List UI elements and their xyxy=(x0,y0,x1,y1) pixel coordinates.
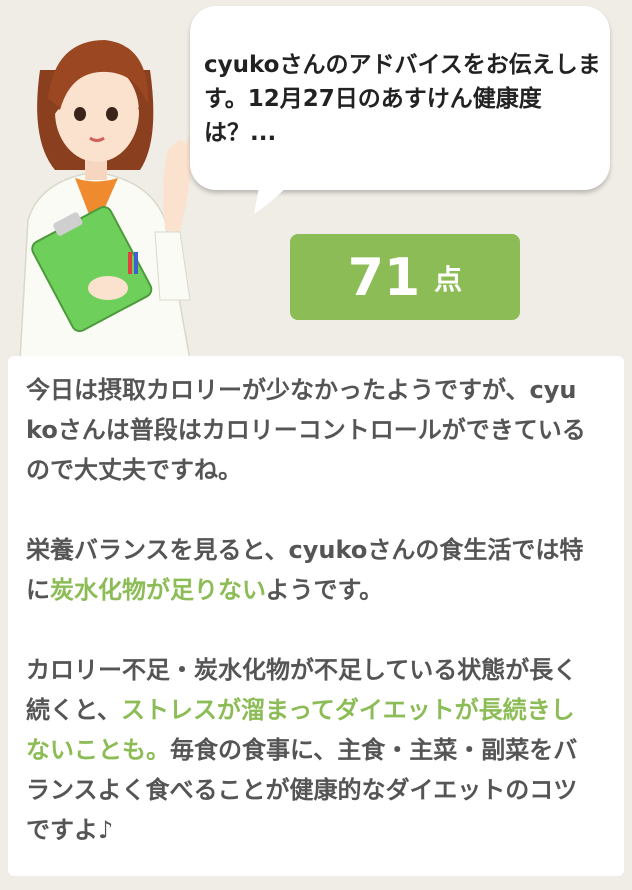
speech-bubble-text: cyukoさんのアドバイスをお伝えします。12月27日のあすけん健康度は？... xyxy=(204,52,601,146)
speech-bubble: cyukoさんのアドバイスをお伝えします。12月27日のあすけん健康度は？... xyxy=(190,6,610,190)
advice-text: 今日は摂取カロリーが少なかったようですが、cyukoさんは普段はカロリーコントロ… xyxy=(26,370,586,890)
speech-bubble-tail xyxy=(254,182,292,214)
advice-paragraph-3: カロリー不足・炭水化物が不足している状態が長く続くと、ストレスが溜まってダイエッ… xyxy=(26,650,586,850)
advice-paragraph-1: 今日は摂取カロリーが少なかったようですが、cyukoさんは普段はカロリーコントロ… xyxy=(26,376,586,484)
advice-highlight-carbs: 炭水化物が足りない xyxy=(50,576,266,604)
advice-paragraph-2-tail: ようです。 xyxy=(265,576,384,604)
advice-paragraph-2: 栄養バランスを見ると、cyukoさんの食生活では特に炭水化物が足りないようです。 xyxy=(26,530,586,610)
health-score-badge: 71 点 xyxy=(290,234,520,320)
health-score-unit: 点 xyxy=(434,263,463,296)
health-score-value: 71 xyxy=(347,248,421,308)
advisor-illustration xyxy=(19,40,196,360)
advice-card: 今日は摂取カロリーが少なかったようですが、cyukoさんは普段はカロリーコントロ… xyxy=(8,356,624,876)
